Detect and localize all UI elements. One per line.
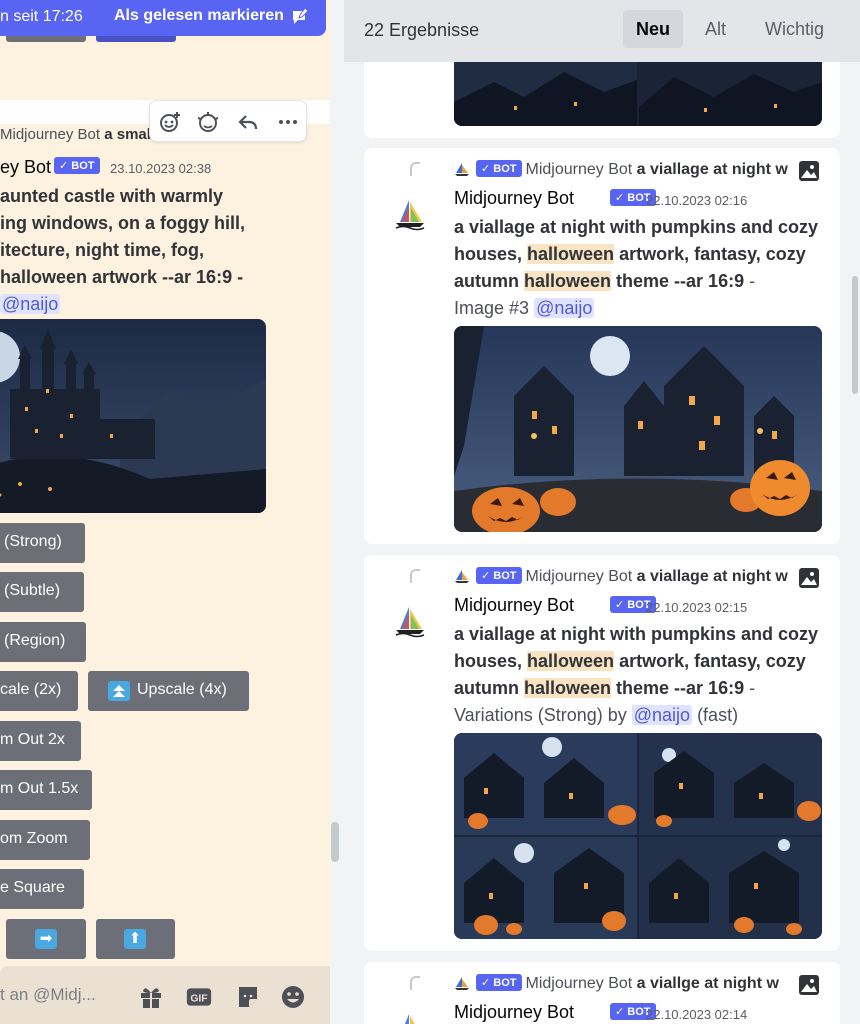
message-content: a viallage at night with pumpkins and co… xyxy=(454,624,819,725)
make-square-button[interactable]: e Square xyxy=(0,869,84,909)
sticker-icon[interactable] xyxy=(235,984,261,1010)
referenced-message[interactable]: ✓ BOT Midjourney Bot a viallage at night … xyxy=(454,567,794,586)
search-highlight: halloween xyxy=(524,678,612,698)
midjourney-sail-icon xyxy=(455,977,469,990)
message-line: itecture, night time, fog, xyxy=(0,240,205,260)
village-artwork xyxy=(454,62,822,126)
reply-connector xyxy=(410,569,420,583)
message-content: aunted castle with warmly ing windows, o… xyxy=(0,183,300,318)
result-image[interactable] xyxy=(454,62,822,126)
variation-strong-button[interactable]: (Strong) xyxy=(0,523,85,563)
message-timestamp: 23.10.2023 02:38 xyxy=(110,161,212,176)
midjourney-avatar[interactable] xyxy=(390,1006,430,1024)
ghost-button xyxy=(6,36,86,42)
search-results-header: 22 Ergebnisse Neu Alt Wichtig xyxy=(344,0,860,62)
message-author[interactable]: Midjourney Bot xyxy=(454,188,574,209)
reply-icon[interactable] xyxy=(236,110,260,134)
castle-image[interactable] xyxy=(0,319,266,513)
image-attachment-icon xyxy=(799,975,819,995)
image-attachment-icon xyxy=(799,161,819,181)
message-composer[interactable]: t an @Midj... GIF xyxy=(0,966,330,1024)
search-result-card[interactable]: ✓ BOT Midjourney Bot a viallage at night … xyxy=(364,148,840,544)
ghost-button xyxy=(96,36,176,42)
mark-as-read-button[interactable]: Als gelesen markieren xyxy=(114,7,284,25)
result-image[interactable] xyxy=(454,326,822,532)
chat-pane: n seit 17:26 Als gelesen markieren Midjo… xyxy=(0,0,330,1024)
midjourney-avatar[interactable] xyxy=(390,599,430,639)
gift-icon[interactable] xyxy=(138,984,164,1010)
midjourney-avatar[interactable] xyxy=(390,192,430,232)
variation-subtle-button[interactable]: (Subtle) xyxy=(0,572,84,612)
message-timestamp: 22.10.2023 02:14 xyxy=(646,1007,748,1022)
upscale-2x-button[interactable]: cale (2x) xyxy=(0,671,78,711)
bot-badge: ✓ BOT xyxy=(54,157,100,174)
user-mention[interactable]: @naijo xyxy=(0,294,61,314)
search-result-card[interactable] xyxy=(364,62,840,138)
arrow-up-icon: ⬆ xyxy=(124,929,146,949)
emoji-icon[interactable] xyxy=(280,984,306,1010)
message-line: halloween artwork --ar 16:9 - xyxy=(0,267,244,287)
search-results-pane: 22 Ergebnisse Neu Alt Wichtig ✓ BOT Midjo… xyxy=(344,0,860,1024)
message-line: aunted castle with warmly xyxy=(0,186,224,206)
tab-new[interactable]: Neu xyxy=(623,10,684,48)
svg-text:GIF: GIF xyxy=(190,993,207,1004)
search-highlight: halloween xyxy=(527,244,615,264)
upscale-4x-button[interactable]: Upscale (4x) xyxy=(88,671,249,711)
search-result-card[interactable]: ✓ BOT Midjourney Bot a viallge at night w… xyxy=(364,962,840,1024)
search-highlight: halloween xyxy=(524,271,612,291)
custom-zoom-button[interactable]: om Zoom xyxy=(0,820,90,860)
reply-connector xyxy=(410,162,420,176)
upscale-icon xyxy=(108,681,130,701)
add-reaction-icon[interactable] xyxy=(158,110,182,134)
chat-scrollbar[interactable] xyxy=(331,822,339,862)
image-attachment-icon xyxy=(799,568,819,588)
pan-up-button[interactable]: ⬆ xyxy=(96,919,175,959)
new-messages-since: n seit 17:26 xyxy=(0,8,83,25)
arrow-right-icon: ➡ xyxy=(35,929,57,949)
result-image-grid[interactable] xyxy=(454,733,822,939)
tab-important[interactable]: Wichtig xyxy=(752,10,837,48)
message-timestamp: 22.10.2023 02:15 xyxy=(646,600,748,615)
referenced-message[interactable]: ✓ BOT Midjourney Bot a viallage at night … xyxy=(454,160,794,179)
midjourney-sail-icon xyxy=(455,163,469,176)
tab-old[interactable]: Alt xyxy=(692,10,739,48)
gif-icon[interactable]: GIF xyxy=(186,984,212,1010)
message-line: ing windows, on a foggy hill, xyxy=(0,213,245,233)
reply-author: Midjourney Bot xyxy=(0,126,101,143)
search-result-card[interactable]: ✓ BOT Midjourney Bot a viallage at night … xyxy=(364,555,840,951)
zoom-out-2x-button[interactable]: m Out 2x xyxy=(0,721,81,761)
results-scrollbar[interactable] xyxy=(852,276,858,394)
mark-read-icon[interactable] xyxy=(290,7,310,27)
message-content: a viallage at night with pumpkins and co… xyxy=(454,217,819,318)
pumpkin-village-artwork xyxy=(454,326,822,532)
user-mention[interactable]: @naijo xyxy=(631,705,693,725)
pumpkin-village-grid-artwork xyxy=(454,733,822,939)
result-count: 22 Ergebnisse xyxy=(364,20,480,40)
midjourney-sail-icon xyxy=(455,570,469,583)
more-options-icon[interactable] xyxy=(276,110,300,134)
variation-region-button[interactable]: (Region) xyxy=(0,622,86,662)
castle-artwork xyxy=(0,319,266,513)
referenced-message[interactable]: ✓ BOT Midjourney Bot a viallge at night w xyxy=(454,974,794,993)
message-author[interactable]: Midjourney Bot xyxy=(454,1002,574,1023)
zoom-out-1-5x-button[interactable]: m Out 1.5x xyxy=(0,770,92,810)
composer-placeholder[interactable]: t an @Midj... xyxy=(0,985,96,1005)
message-hover-toolbar xyxy=(149,100,307,142)
new-messages-bar[interactable]: n seit 17:26 Als gelesen markieren xyxy=(0,0,326,36)
message-author[interactable]: Midjourney Bot xyxy=(454,595,574,616)
message-timestamp: 22.10.2023 02:16 xyxy=(646,193,748,208)
search-highlight: halloween xyxy=(527,651,615,671)
reply-connector xyxy=(410,976,420,990)
message-author[interactable]: ey Bot xyxy=(0,157,51,178)
user-mention[interactable]: @naijo xyxy=(534,298,595,318)
pan-right-button[interactable]: ➡ xyxy=(6,919,86,959)
super-reaction-icon[interactable] xyxy=(196,110,220,134)
pane-divider xyxy=(330,0,344,1024)
